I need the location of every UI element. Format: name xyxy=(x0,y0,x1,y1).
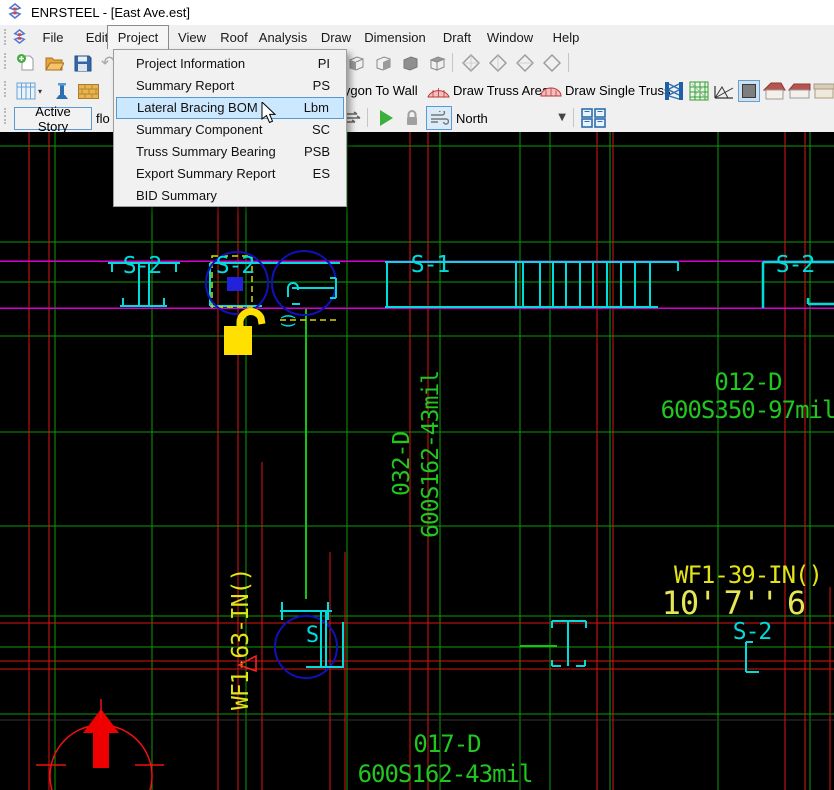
label-member-032-spec: 600S162-43mil xyxy=(418,371,444,538)
menu-help[interactable]: Help xyxy=(546,25,586,49)
view-cube-top-button[interactable] xyxy=(425,52,449,74)
label-paren: () xyxy=(278,313,297,330)
shortcut-ps: PS xyxy=(313,75,330,97)
toolbar1-grip[interactable] xyxy=(4,53,9,69)
selection-handle[interactable] xyxy=(227,277,243,291)
shortcut-sc: SC xyxy=(312,119,330,141)
menubar-logo-icon xyxy=(12,29,27,47)
view-cube-solid-button[interactable] xyxy=(398,52,422,74)
roof-gable-button[interactable] xyxy=(787,80,811,102)
toolbar1-separator-1 xyxy=(452,53,453,72)
menu-item-summary-report[interactable]: Summary Report PS xyxy=(116,75,344,97)
menu-roof[interactable]: Roof xyxy=(212,25,256,49)
active-story-button[interactable]: Active Story xyxy=(14,107,92,130)
wind-icon xyxy=(429,111,449,125)
menu-analysis[interactable]: Analysis xyxy=(254,25,312,49)
shortcut-psb: PSB xyxy=(304,141,330,163)
unlock-icon[interactable] xyxy=(224,312,262,355)
drawing-canvas[interactable]: S-2 S-2 () S-1 xyxy=(0,132,834,790)
draw-single-truss-label[interactable]: Draw Single Truss xyxy=(565,83,670,98)
window-title: ENRSTEEL - [East Ave.est] xyxy=(31,5,190,20)
label-member-012-spec: 600S350-97mil xyxy=(661,396,834,424)
ibeam-bottom-right[interactable] xyxy=(552,621,586,666)
label-s1: S-1 xyxy=(411,252,450,278)
mouse-cursor xyxy=(261,102,277,129)
grid-tool-caret-icon[interactable]: ▾ xyxy=(38,87,42,96)
menu-draw[interactable]: Draw xyxy=(314,25,358,49)
run-analysis-button[interactable] xyxy=(374,107,398,129)
shortcut-lbm: Lbm xyxy=(304,98,329,118)
tile-windows-button[interactable] xyxy=(579,107,609,129)
toolbar1-separator-2 xyxy=(568,53,569,72)
menu-window[interactable]: Window xyxy=(483,25,537,49)
menu-item-export-summary-report[interactable]: Export Summary Report ES xyxy=(116,163,344,185)
iso-view-nw-button[interactable] xyxy=(486,52,510,74)
menu-file[interactable]: File xyxy=(32,25,74,49)
story-combobox-value[interactable]: flo xyxy=(96,111,110,126)
app-logo-icon xyxy=(7,3,23,22)
toolbar3-separator-2 xyxy=(573,108,574,127)
label-s-partial: S xyxy=(306,623,318,648)
menu-draft[interactable]: Draft xyxy=(436,25,478,49)
column-tool-button[interactable] xyxy=(50,80,74,102)
roof-hip-button[interactable] xyxy=(762,80,786,102)
shortcut-pi: PI xyxy=(318,53,330,75)
truss-area-icon xyxy=(425,80,451,102)
menu-item-lateral-bracing-bom[interactable]: Lateral Bracing BOM Lbm xyxy=(116,97,344,119)
label-s2-mid: S-2 xyxy=(216,253,255,279)
wind-direction-combobox[interactable]: North ▼ xyxy=(456,108,568,128)
view-cube-sw-button[interactable] xyxy=(344,52,368,74)
red-grid-horizontals xyxy=(0,623,834,669)
dim-fraction: 6 xyxy=(787,584,805,622)
dim-feet: 10' xyxy=(662,584,717,622)
menu-item-summary-component[interactable]: Summary Component SC xyxy=(116,119,344,141)
menu-item-project-information[interactable]: Project Information PI xyxy=(116,53,344,75)
single-truss-icon xyxy=(538,80,564,102)
menu-view[interactable]: View xyxy=(171,25,213,49)
shortcut-es: ES xyxy=(313,163,330,185)
elevation-chart-button[interactable] xyxy=(712,80,736,102)
wall-brick-tool-button[interactable] xyxy=(76,80,100,102)
dim-inches: 7'' xyxy=(724,584,779,622)
iso-view-se-button[interactable] xyxy=(513,52,537,74)
new-file-button[interactable] xyxy=(14,52,38,74)
menu-project[interactable]: Project xyxy=(107,25,169,49)
save-button[interactable] xyxy=(70,52,94,74)
menu-item-truss-summary-bearing[interactable]: Truss Summary Bearing PSB xyxy=(116,141,344,163)
toolbar2-grip[interactable] xyxy=(4,81,9,97)
view-cube-se-button[interactable] xyxy=(371,52,395,74)
label-s2-right: S-2 xyxy=(776,252,815,278)
label-member-012: 012-D xyxy=(714,368,781,396)
label-member-017: 017-D xyxy=(413,730,480,758)
lock-button[interactable] xyxy=(400,107,424,129)
combobox-arrow-icon[interactable]: ▼ xyxy=(558,112,566,123)
roof-flat-button[interactable] xyxy=(812,80,834,102)
wind-direction-value: North xyxy=(456,111,488,126)
toolbar3-separator-1 xyxy=(367,108,368,127)
wind-direction-button[interactable] xyxy=(426,106,452,130)
draw-truss-area-label[interactable]: Draw Truss Area xyxy=(453,83,549,98)
select-region-button[interactable] xyxy=(737,80,761,102)
label-member-032: 032-D xyxy=(389,432,415,496)
green-grid-horizontals xyxy=(0,146,834,714)
steel-truss-button[interactable] xyxy=(662,80,686,102)
polygon-to-wall-label[interactable]: lygon To Wall xyxy=(341,83,418,98)
menu-bar: File Edit Project View Roof Analysis Dra… xyxy=(0,25,834,49)
menu-dimension[interactable]: Dimension xyxy=(360,25,430,49)
menu-item-bid-summary[interactable]: BID Summary xyxy=(116,185,344,207)
toolbar3-grip[interactable] xyxy=(4,108,9,124)
label-member-017-spec: 600S162-43mil xyxy=(358,760,533,788)
open-file-button[interactable] xyxy=(42,52,66,74)
iso-view-sw-button[interactable] xyxy=(540,52,564,74)
mesh-panel-button[interactable] xyxy=(687,80,711,102)
label-wf1-63: WF1-63-IN() xyxy=(228,569,254,710)
label-s2-left: S-2 xyxy=(123,253,162,279)
grid-tool-button[interactable]: ▾ xyxy=(12,80,46,102)
title-bar: ENRSTEEL - [East Ave.est] xyxy=(0,0,834,25)
iso-view-ne-button[interactable] xyxy=(459,52,483,74)
menubar-grip[interactable] xyxy=(4,29,9,45)
project-dropdown-menu: Project Information PI Summary Report PS… xyxy=(113,49,347,207)
